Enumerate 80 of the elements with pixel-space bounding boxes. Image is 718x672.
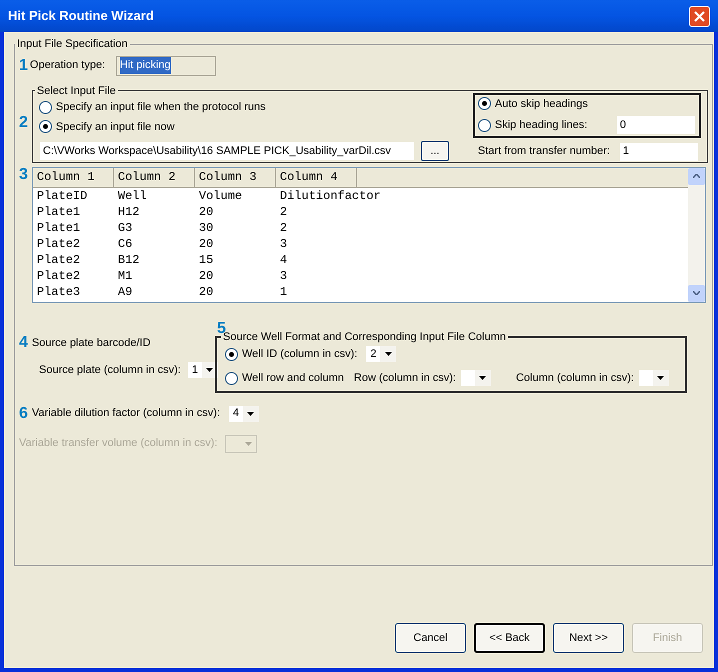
operation-type-field: Hit picking [116,56,216,76]
table-cell-text: 3 [278,268,288,284]
table-cell-text: Plate2 [36,236,82,252]
table-cell-text: 20 [198,268,214,284]
radio-label: Auto skip headings [494,96,588,112]
dropdown[interactable]: 1 [186,361,219,379]
column-header[interactable]: Column 2 [114,168,195,188]
field-label: Source plate (column in csv): [39,362,181,378]
file-path-field[interactable]: C:\VWorks Workspace\Usability\16 SAMPLE PICK_Usability_varDil.csv [38,141,415,161]
radio-label: Specify an input file now [56,120,175,134]
table-cell-text: Plate2 [36,252,82,268]
table-cell-text: 1 [278,284,288,300]
column-header[interactable]: Column 3 [194,168,276,188]
window-title: Hit Pick Routine Wizard [8,7,154,26]
radio-label: Well row and column [242,370,344,386]
table-cell-text: C6 [116,236,134,252]
heading-lines-field[interactable]: 0 [616,115,696,135]
radio-label: Specify an input file when the protocol runs [56,100,266,115]
table-cell-text: B12 [116,252,141,268]
section-title: Source plate barcode/ID [32,336,151,350]
radio-button[interactable] [225,372,238,384]
step-number: 4 [19,334,28,351]
field-label: Column (column in csv): [516,370,634,386]
caret-icon [652,370,669,386]
browse-button[interactable]: ... [420,141,449,161]
wizard-button[interactable]: Next >> [553,623,624,653]
group-title: Input File Specification [16,37,129,52]
table-cell-text: 15 [198,252,214,268]
field-label: Row (column in csv): [354,370,456,386]
caret-icon [243,406,259,422]
scroll-down-icon [692,291,700,295]
radio-button[interactable] [225,348,238,360]
step-number: 1 [19,58,28,74]
table-cell-text: 4 [278,252,288,268]
radio-button[interactable] [478,118,491,132]
caret-icon [380,346,396,362]
table-cell-text: Volume [198,188,244,204]
table-cell-text: PlateID [36,188,88,204]
table-cell-text: 3 [278,236,288,252]
table-cell-text: Dilutionfactor [278,188,382,204]
radio-button[interactable] [478,97,491,110]
table-cell-text: H12 [116,204,141,220]
table-cell-text: 2 [278,220,288,236]
radio-label: Skip heading lines: [494,118,588,133]
step-number: 2 [19,114,28,130]
close-button[interactable] [689,6,710,26]
close-icon [694,10,705,22]
table-cell-text: Plate1 [36,220,82,236]
dropdown[interactable]: 2 [365,345,398,363]
caret-icon [474,370,491,386]
step-number: 6 [19,406,28,422]
table-cell-text: Plate1 [36,204,82,220]
group-title: Select Input File [36,84,117,98]
table-cell-text: 20 [198,284,214,300]
radio-button[interactable] [38,120,52,134]
table-cell-text: A9 [116,284,134,300]
table-cell-text: G3 [116,220,134,236]
table-cell-text: Well [116,188,148,204]
table-cell-text: Plate3 [36,284,82,300]
column-header[interactable]: Column 1 [32,168,114,188]
table-cell-text: 20 [198,236,214,252]
radio-button[interactable] [38,100,52,114]
dropdown[interactable]: 4 [228,404,260,422]
start-number-field[interactable]: 1 [618,142,699,162]
wizard-button[interactable]: Cancel [395,623,466,653]
table-cell-text: 2 [278,204,288,220]
field-label: Operation type: [30,58,106,74]
step-number: 3 [19,166,28,182]
table-cell-text: M1 [116,268,134,284]
column-header[interactable]: Column 4 [276,168,357,188]
field-label: Start from transfer number: [478,144,610,160]
field-label: Variable dilution factor (column in csv): [32,406,222,422]
table-cell-text: 20 [198,204,214,220]
wizard-button[interactable]: << Back [474,623,545,653]
radio-label: Well ID (column in csv): [242,346,358,362]
field-label: Variable transfer volume (column in csv): [19,436,218,452]
scroll-up-icon [692,174,700,178]
scrollbar[interactable] [688,168,705,302]
table-cell-text: 30 [198,220,214,236]
table-cell-text: Plate2 [36,268,82,284]
